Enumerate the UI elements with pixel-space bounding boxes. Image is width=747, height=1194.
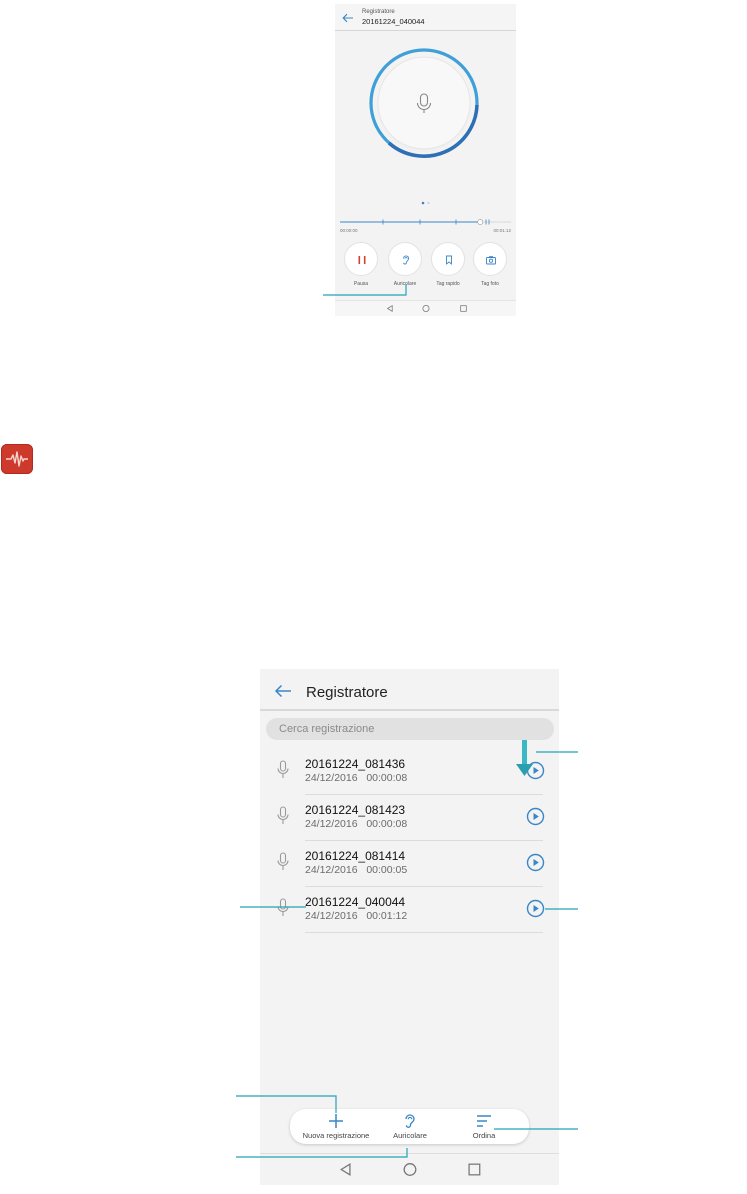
search-placeholder: Cerca registrazione bbox=[279, 723, 375, 735]
nav-recents-icon[interactable] bbox=[468, 1163, 481, 1176]
quick-tag-label: Tag rapido bbox=[436, 281, 460, 287]
earpiece-label: Auricolare bbox=[393, 281, 417, 287]
recording-duration: 00:00:08 bbox=[366, 772, 408, 784]
nav-recents-icon[interactable] bbox=[460, 305, 467, 312]
camera-icon bbox=[486, 256, 496, 265]
back-arrow-icon[interactable] bbox=[274, 684, 292, 698]
recording-file-name: 20161224_040044 bbox=[362, 17, 425, 26]
progress-thumb bbox=[477, 219, 484, 225]
recording-date: 24/12/2016 bbox=[305, 818, 358, 830]
time-elapsed: 00:00:00 bbox=[340, 228, 358, 233]
photo-tag-button[interactable]: Tag foto bbox=[470, 242, 510, 287]
photo-tag-label: Tag foto bbox=[481, 281, 499, 287]
row-divider bbox=[305, 932, 543, 933]
earpiece-button[interactable]: Auricolare bbox=[385, 242, 425, 287]
recording-name: 20161224_040044 bbox=[305, 895, 406, 909]
recording-controls: Pausa Auricolare Tag rapido Tag foto bbox=[335, 242, 516, 292]
recording-row[interactable]: 20161224_081414 24/12/2016 00:00:05 bbox=[260, 841, 559, 887]
recording-date: 24/12/2016 bbox=[305, 864, 358, 876]
recording-name: 20161224_081414 bbox=[305, 849, 406, 863]
pause-label: Pausa bbox=[353, 281, 369, 287]
play-icon[interactable] bbox=[526, 761, 545, 780]
microphone-icon bbox=[277, 852, 289, 870]
bottom-toolbar: Nuova registrazione Auricolare Ordina bbox=[290, 1109, 529, 1144]
recording-row[interactable]: 20161224_040044 24/12/2016 00:01:12 bbox=[260, 887, 559, 933]
app-name: Registratore bbox=[362, 9, 395, 15]
pause-button[interactable]: Pausa bbox=[341, 242, 381, 287]
bookmark-icon bbox=[446, 255, 452, 265]
recording-duration: 00:00:08 bbox=[366, 818, 408, 830]
nav-back-icon[interactable] bbox=[339, 1163, 351, 1176]
recording-header: Registratore 20161224_040044 bbox=[335, 4, 516, 31]
nav-home-icon[interactable] bbox=[422, 305, 430, 312]
recording-duration: 00:00:05 bbox=[366, 864, 408, 876]
plus-icon bbox=[329, 1114, 343, 1128]
sort-label: Ordina bbox=[472, 1131, 496, 1140]
recording-row[interactable]: 20161224_081423 24/12/2016 00:00:08 bbox=[260, 795, 559, 841]
page-indicator bbox=[421, 201, 430, 205]
new-recording-label: Nuova registrazione bbox=[302, 1131, 370, 1140]
time-total: 00:01:12 bbox=[493, 228, 511, 233]
quick-tag-button[interactable]: Tag rapido bbox=[428, 242, 468, 287]
play-icon[interactable] bbox=[526, 899, 545, 918]
recording-duration: 00:01:12 bbox=[366, 910, 408, 922]
recordings-list-screen: Registratore Cerca registrazione 2016122… bbox=[260, 669, 559, 1185]
system-nav-bar bbox=[335, 300, 516, 316]
recording-name: 20161224_081436 bbox=[305, 757, 406, 771]
new-recording-button[interactable]: Nuova registrazione bbox=[301, 1112, 371, 1140]
system-nav-bar bbox=[260, 1153, 559, 1185]
ear-icon bbox=[403, 255, 410, 265]
microphone-icon bbox=[277, 898, 289, 916]
nav-back-icon[interactable] bbox=[386, 305, 393, 312]
search-input[interactable]: Cerca registrazione bbox=[266, 718, 554, 740]
earpiece-button[interactable]: Auricolare bbox=[386, 1112, 434, 1140]
pause-icon bbox=[358, 256, 366, 264]
sort-icon bbox=[477, 1115, 491, 1127]
nav-home-icon[interactable] bbox=[403, 1163, 417, 1176]
play-icon[interactable] bbox=[526, 807, 545, 826]
recording-row[interactable]: 20161224_081436 24/12/2016 00:00:08 bbox=[260, 749, 559, 795]
page-title: Registratore bbox=[306, 684, 388, 701]
ear-icon bbox=[405, 1114, 415, 1128]
list-header: Registratore bbox=[260, 669, 559, 711]
earpiece-label: Auricolare bbox=[393, 1131, 427, 1140]
recording-date: 24/12/2016 bbox=[305, 772, 358, 784]
recording-name: 20161224_081423 bbox=[305, 803, 406, 817]
sort-button[interactable]: Ordina bbox=[464, 1112, 504, 1140]
back-arrow-icon[interactable] bbox=[342, 13, 354, 23]
recording-ring bbox=[369, 48, 479, 158]
microphone-icon bbox=[277, 806, 289, 824]
playback-progress-bar[interactable] bbox=[340, 216, 511, 228]
recording-screen: Registratore 20161224_040044 00:00:00 00… bbox=[335, 4, 516, 316]
microphone-icon bbox=[277, 760, 289, 778]
play-icon[interactable] bbox=[526, 853, 545, 872]
soundwave-icon bbox=[6, 451, 28, 467]
recorder-app-icon[interactable] bbox=[1, 444, 33, 474]
recording-date: 24/12/2016 bbox=[305, 910, 358, 922]
